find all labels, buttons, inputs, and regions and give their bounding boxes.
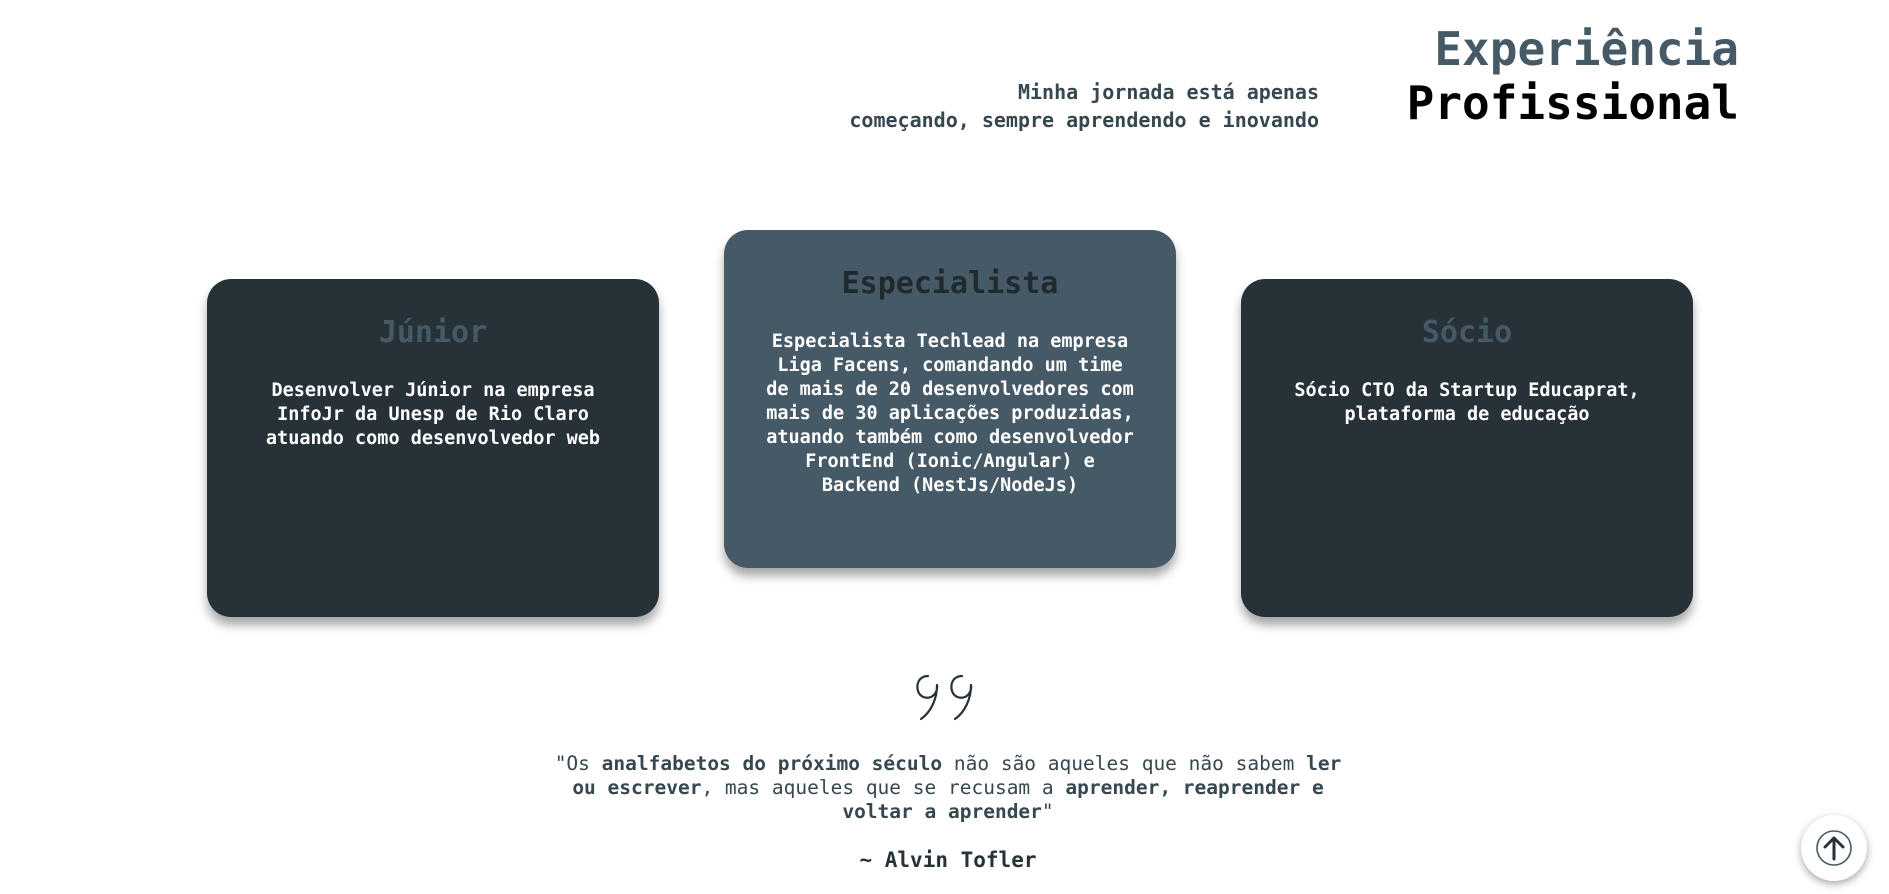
section-title-line2: Profissional xyxy=(1406,76,1739,130)
quote-author: ~ Alvin Tofler xyxy=(859,848,1037,872)
experience-card-especialista: Especialista Especialista Techlead na em… xyxy=(724,230,1176,568)
arrow-up-icon xyxy=(1814,828,1854,868)
experience-card-socio: Sócio Sócio CTO da Startup Educaprat, pl… xyxy=(1241,279,1693,617)
tagline-line2: começando, sempre aprendendo e inovando xyxy=(849,108,1319,132)
section-title: Experiência Profissional xyxy=(1407,22,1739,130)
card-description: Desenvolver Júnior na empresa InfoJr da … xyxy=(265,380,601,449)
quote-icon xyxy=(914,672,986,722)
card-title: Especialista xyxy=(841,266,1059,301)
section-tagline: Minha jornada está apenas começando, sem… xyxy=(759,78,1319,134)
card-description: Especialista Techlead na empresa Liga Fa… xyxy=(766,331,1134,496)
quote-text: "Os analfabetos do próximo século não sã… xyxy=(548,752,1348,824)
card-description: Sócio CTO da Startup Educaprat, platafor… xyxy=(1294,380,1640,425)
quote-segment: não são aqueles que não sabem xyxy=(942,752,1307,775)
experience-section: Experiência Profissional Minha jornada e… xyxy=(0,0,1889,894)
quote-highlight: analfabetos do próximo século xyxy=(601,752,943,775)
card-title: Sócio xyxy=(1421,315,1513,350)
tagline-line1: Minha jornada está apenas xyxy=(1017,80,1319,104)
card-title: Júnior xyxy=(378,315,488,350)
quote-segment: " xyxy=(1041,800,1054,823)
section-title-line1: Experiência xyxy=(1434,22,1739,76)
scroll-to-top-button[interactable] xyxy=(1801,815,1867,881)
experience-card-junior: Júnior Desenvolver Júnior na empresa Inf… xyxy=(207,279,659,617)
quote-segment: "Os xyxy=(554,752,602,775)
quote-segment: , mas aqueles que se recusam a xyxy=(701,776,1066,799)
